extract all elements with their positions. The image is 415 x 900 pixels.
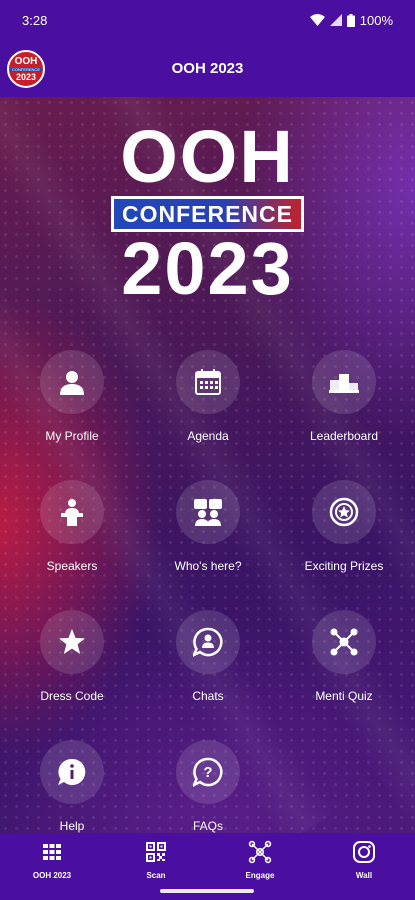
tile-label: Dress Code <box>40 689 104 703</box>
conference-logo-ooh: OOH <box>120 115 295 198</box>
app-logo-line2: CONFERENCE <box>9 66 42 72</box>
status-icons: 100% <box>309 12 393 28</box>
tile-dress-code[interactable]: Dress Code <box>4 610 140 703</box>
tile-label: Who's here? <box>174 559 242 573</box>
tile-icon-circle <box>176 610 240 674</box>
tile-label: Menti Quiz <box>315 689 373 703</box>
signal-icon <box>329 14 342 26</box>
tile-label: FAQs <box>192 819 223 833</box>
app-bar: OOH CONFERENCE 2023 OOH 2023 <box>0 40 415 97</box>
nav-ooh-2023[interactable]: OOH 2023 <box>0 840 104 880</box>
tile-icon-circle <box>176 480 240 544</box>
people-icon <box>194 499 222 526</box>
tile-icon-circle <box>312 480 376 544</box>
tile-whos-here[interactable]: Who's here? <box>140 480 276 573</box>
nav-engage[interactable]: Engage <box>208 840 312 880</box>
network-icon <box>248 840 272 864</box>
conference-logo-year: 2023 <box>121 227 294 310</box>
app-logo[interactable]: OOH CONFERENCE 2023 <box>7 50 45 88</box>
app-logo-line1: OOH <box>14 55 38 67</box>
battery-level: 100% <box>359 12 393 28</box>
wifi-icon <box>309 14 325 26</box>
tile-icon-circle <box>312 350 376 414</box>
tile-icon-circle <box>40 610 104 674</box>
tile-menti-quiz[interactable]: Menti Quiz <box>276 610 412 703</box>
battery-icon <box>346 13 355 27</box>
svg-text:?: ? <box>203 764 212 781</box>
home-indicator[interactable] <box>160 889 254 893</box>
status-time: 3:28 <box>22 12 48 28</box>
tile-leaderboard[interactable]: Leaderboard <box>276 350 412 443</box>
person-icon <box>60 371 84 395</box>
tile-label: Leaderboard <box>309 429 379 443</box>
instagram-icon <box>353 841 375 863</box>
tile-label: Agenda <box>187 429 229 443</box>
nav-wall[interactable]: Wall <box>312 840 415 880</box>
network-icon <box>330 628 358 656</box>
tile-speakers[interactable]: Speakers <box>4 480 140 573</box>
tile-icon-circle <box>40 350 104 414</box>
tile-label: My Profile <box>45 429 99 443</box>
prize-icon <box>329 497 359 527</box>
grid-icon <box>43 844 61 860</box>
page-title: OOH 2023 <box>171 60 244 77</box>
tile-chats[interactable]: Chats <box>140 610 276 703</box>
tile-label: Exciting Prizes <box>304 559 384 573</box>
tile-label: Help <box>59 819 85 833</box>
info-bubble-icon <box>58 758 86 785</box>
star-icon <box>59 629 85 654</box>
question-bubble-icon: ? <box>193 757 223 787</box>
tile-label: Speakers <box>46 559 98 573</box>
app-logo-line3: 2023 <box>15 71 37 82</box>
tile-my-profile[interactable]: My Profile <box>4 350 140 443</box>
tile-exciting-prizes[interactable]: Exciting Prizes <box>276 480 412 573</box>
tile-faqs[interactable]: ? FAQs <box>140 740 276 833</box>
nav-label: OOH 2023 <box>32 871 72 880</box>
nav-label: Wall <box>355 871 373 880</box>
nav-label: Scan <box>146 871 166 880</box>
tile-icon-circle: ? <box>176 740 240 804</box>
tile-label: Chats <box>192 689 224 703</box>
conference-logo: OOH CONFERENCE 2023 <box>0 115 415 310</box>
status-bar: 3:28 100% <box>0 0 415 40</box>
qr-icon <box>146 842 166 862</box>
nav-scan[interactable]: Scan <box>104 840 208 880</box>
speaker-podium-icon <box>61 499 83 526</box>
tile-icon-circle <box>40 480 104 544</box>
tile-icon-circle <box>40 740 104 804</box>
tile-agenda[interactable]: Agenda <box>140 350 276 443</box>
tile-help[interactable]: Help <box>4 740 140 833</box>
hero-panel: OOH CONFERENCE 2023 My Profile Agenda Le… <box>0 97 415 833</box>
podium-icon <box>329 374 359 393</box>
tile-icon-circle <box>312 610 376 674</box>
calendar-icon <box>195 369 221 395</box>
nav-label: Engage <box>245 871 275 880</box>
conference-logo-conference: CONFERENCE <box>113 199 301 229</box>
chat-icon <box>193 627 223 657</box>
tile-icon-circle <box>176 350 240 414</box>
